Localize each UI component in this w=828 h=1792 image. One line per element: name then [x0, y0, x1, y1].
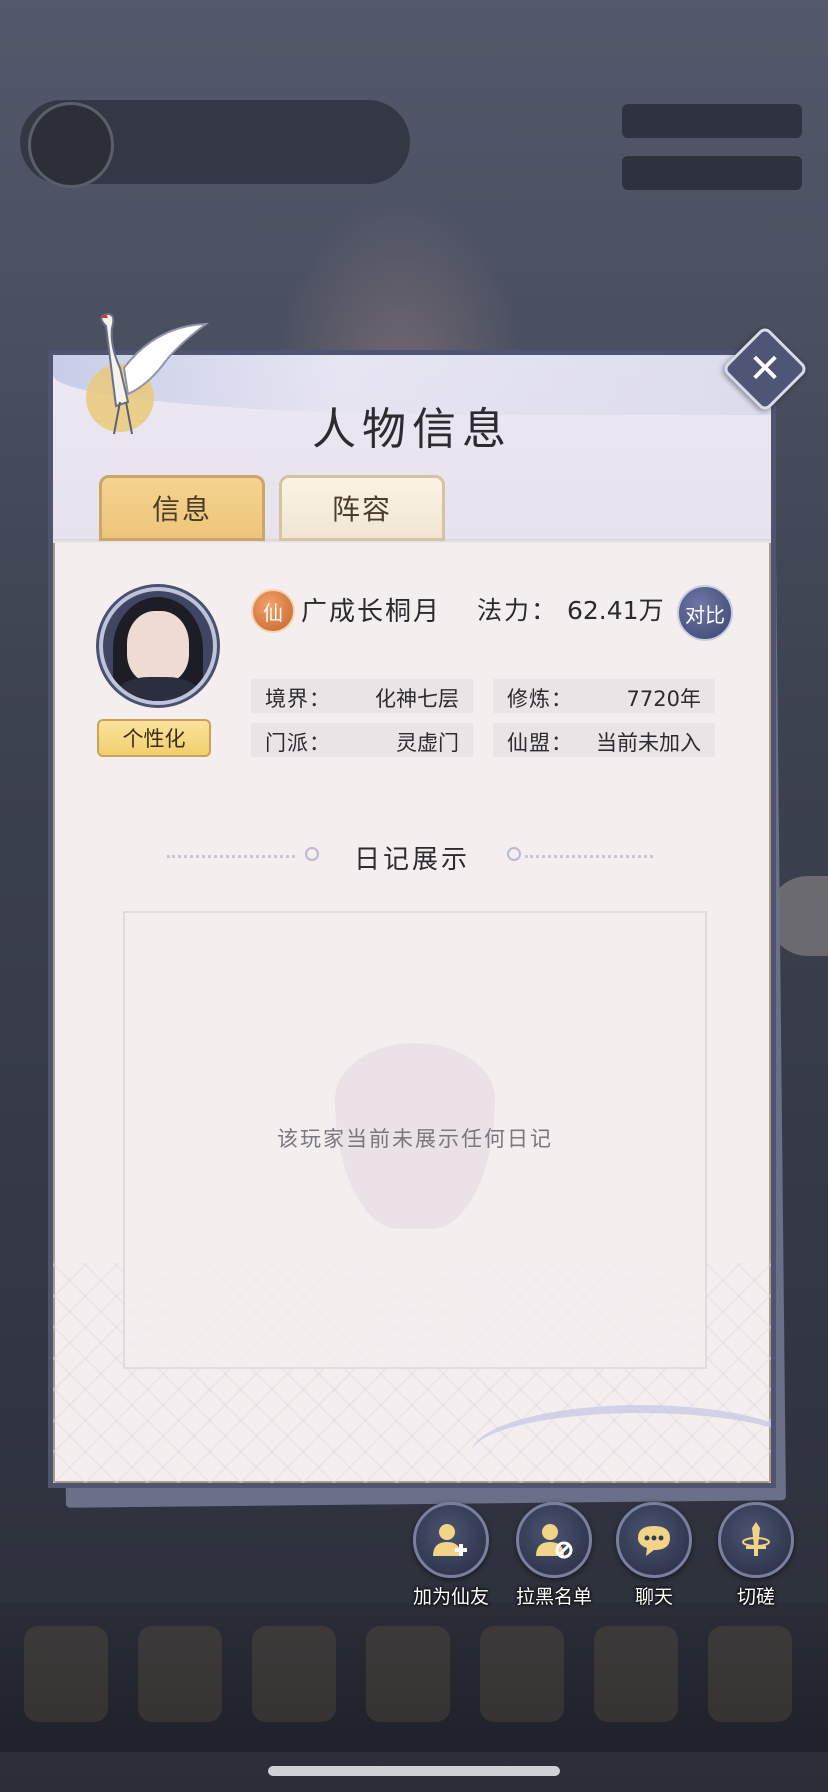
avatar-body [117, 677, 199, 701]
background-resource-bar [622, 104, 802, 138]
tab-info[interactable]: 信息 [99, 475, 265, 541]
background-avatar [28, 102, 114, 188]
power-label: 法力： [477, 596, 559, 625]
background-dock [0, 1602, 828, 1752]
character-info-panel: 人物信息 信息 阵容 个性化 仙 广成长桐月 法力： 62.41万 对比 境界：… [48, 350, 776, 1488]
stat-sect: 门派： 灵虚门 [251, 723, 473, 757]
stat-value: 化神七层 [375, 687, 459, 711]
chat-bubble-icon [616, 1502, 692, 1578]
immortal-rank-icon: 仙 [251, 589, 295, 633]
add-friend-button[interactable]: 加为仙友 [403, 1502, 499, 1609]
diary-ornament-right [507, 847, 521, 861]
spar-button[interactable]: 切磋 [708, 1502, 804, 1609]
stat-label: 仙盟： [507, 731, 573, 755]
diary-empty-message: 该玩家当前未展示任何日记 [277, 1127, 553, 1151]
diary-divider-right [525, 855, 653, 860]
player-name: 广成长桐月 [301, 597, 442, 627]
action-label: 加为仙友 [412, 1586, 489, 1608]
stat-alliance: 仙盟： 当前未加入 [493, 723, 715, 757]
compare-button[interactable]: 对比 [677, 585, 733, 641]
chat-button[interactable]: 聊天 [606, 1502, 702, 1609]
stat-label: 修炼： [507, 687, 573, 711]
stat-value: 当前未加入 [596, 731, 701, 755]
stat-value: 灵虚门 [396, 731, 459, 755]
background-resource-bar [622, 156, 802, 190]
player-avatar[interactable] [99, 587, 217, 705]
stat-label: 境界： [265, 687, 331, 711]
personalize-button[interactable]: 个性化 [97, 719, 211, 757]
crane-ornament-icon [86, 312, 210, 435]
sword-icon [718, 1502, 794, 1578]
action-label: 拉黑名单 [515, 1586, 592, 1608]
avatar-face [127, 611, 189, 683]
action-label: 聊天 [634, 1586, 673, 1608]
stat-label: 门派： [265, 731, 331, 755]
home-indicator[interactable] [268, 1766, 560, 1776]
add-friend-icon [413, 1502, 489, 1578]
blacklist-button[interactable]: 拉黑名单 [506, 1502, 602, 1609]
stat-realm: 境界： 化神七层 [251, 679, 473, 713]
tab-lineup[interactable]: 阵容 [279, 475, 445, 541]
power-value: 62.41万 [567, 596, 664, 625]
diary-box: 该玩家当前未展示任何日记 [123, 911, 707, 1369]
close-icon: ✕ [748, 346, 782, 392]
stat-cultivation: 修炼： 7720年 [493, 679, 715, 713]
stat-value: 7720年 [626, 687, 701, 711]
block-user-icon [516, 1502, 592, 1578]
action-label: 切磋 [736, 1586, 775, 1608]
diary-title: 日记展示 [353, 845, 470, 875]
